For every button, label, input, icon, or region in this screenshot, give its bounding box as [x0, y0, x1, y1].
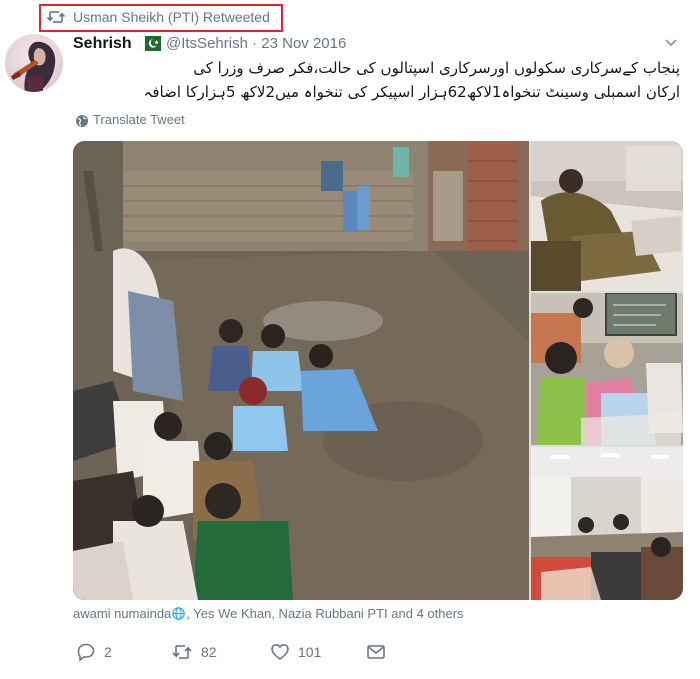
reply-button[interactable]: 2 [76, 641, 112, 663]
retweet-button[interactable]: 82 [171, 641, 217, 663]
retweeted-by-label[interactable]: Usman Sheikh (PTI) Retweeted [73, 9, 270, 25]
liker-names-rest[interactable]: , Yes We Khan, Nazia Rubbani PTI and 4 o… [186, 606, 463, 621]
author-name[interactable]: Sehrish [73, 35, 132, 53]
like-button[interactable]: 101 [270, 641, 321, 663]
globe-icon [76, 115, 88, 127]
author-handle-and-date[interactable]: @ItsSehrish · 23 Nov 2016 [166, 35, 346, 52]
avatar-image [11, 41, 56, 92]
retweet-icon [46, 11, 66, 23]
photo-school-children[interactable] [73, 141, 529, 600]
heart-icon [271, 643, 289, 661]
translate-tweet-link[interactable]: Translate Tweet [93, 112, 185, 127]
liker-name[interactable]: awami numainda [73, 606, 171, 621]
envelope-icon [367, 645, 385, 659]
liked-by-list[interactable]: awami numainda , Yes We Khan, Nazia Rubb… [73, 606, 464, 621]
direct-message-button[interactable] [366, 641, 394, 663]
photo-hospital-ward[interactable] [531, 447, 683, 600]
like-count: 101 [298, 644, 322, 660]
pakistan-flag-icon [139, 36, 161, 51]
tweet-text-line-1: پنجاب کےسرکاری سکولوں اورسرکاری اسپتالوں… [193, 59, 680, 77]
tweet-date[interactable]: 23 Nov 2016 [261, 35, 346, 52]
reply-count: 2 [104, 644, 112, 660]
tweet-text-line-2: ارکان اسمبلی وسینٹ تنخواہ1لاکھ62ہزار اسپ… [143, 83, 680, 101]
retweet-icon [172, 645, 192, 659]
avatar[interactable] [5, 34, 63, 92]
globe-icon [172, 607, 186, 620]
photo-girls-with-slate[interactable] [531, 293, 683, 445]
tweet-media-grid [73, 141, 683, 600]
chevron-down-icon[interactable] [664, 38, 678, 48]
retweet-count: 82 [201, 644, 217, 660]
photo-hospital-bed[interactable] [531, 141, 683, 291]
reply-icon [77, 643, 95, 662]
author-handle[interactable]: @ItsSehrish [166, 35, 248, 52]
separator-dot: · [252, 35, 258, 52]
